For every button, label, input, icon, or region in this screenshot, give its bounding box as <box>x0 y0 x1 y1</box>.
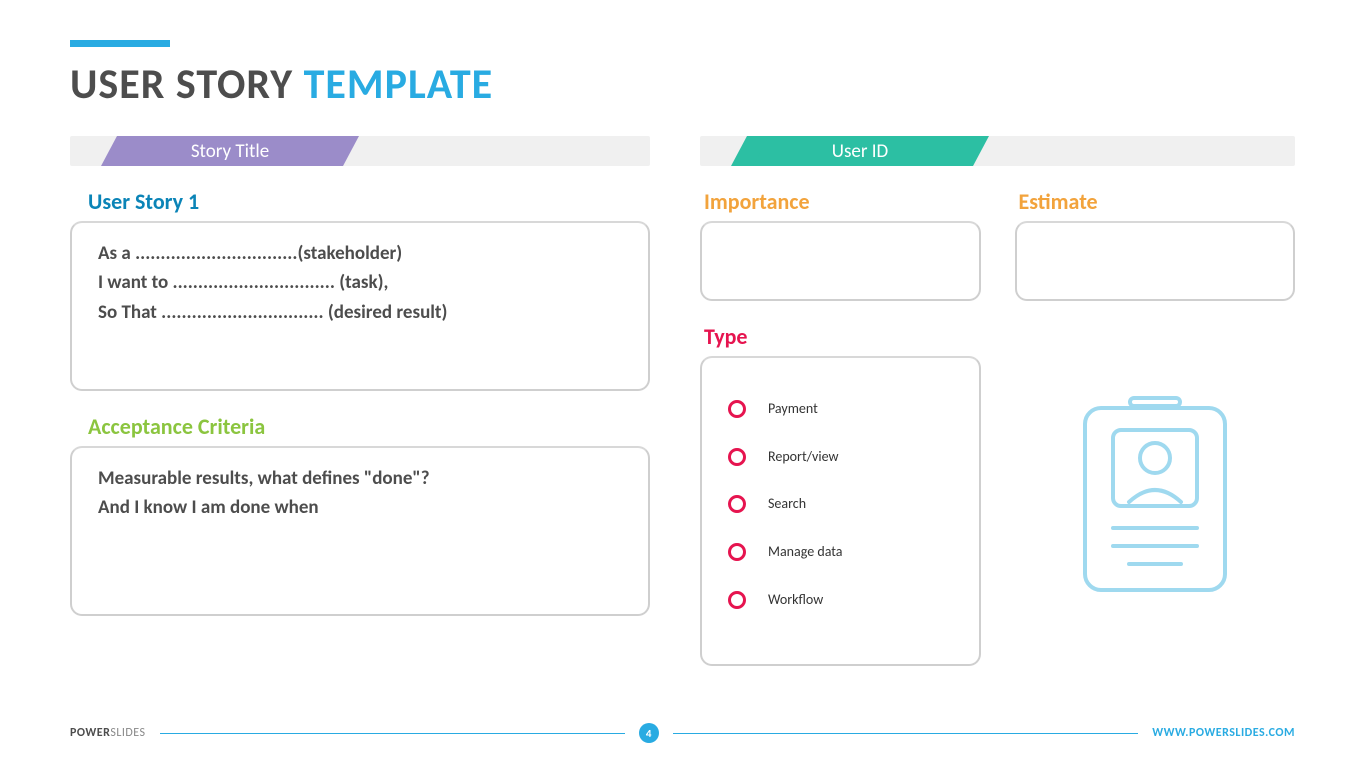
estimate-col: Estimate <box>1015 166 1296 301</box>
story-title-label: Story Title <box>191 140 269 163</box>
importance-label: Importance <box>700 188 981 215</box>
type-label: Type <box>700 323 981 350</box>
user-id-label: User ID <box>832 140 888 163</box>
estimate-box[interactable] <box>1015 221 1296 301</box>
type-option-manage[interactable]: Manage data <box>728 541 953 563</box>
type-option-report[interactable]: Report/view <box>728 446 953 468</box>
body: Story Title User Story 1 As a ..........… <box>70 136 1295 666</box>
story-line-1: As a ................................(st… <box>98 239 622 268</box>
radio-icon <box>728 543 746 561</box>
user-id-ribbon: User ID <box>750 136 970 166</box>
radio-icon <box>728 591 746 609</box>
footer-divider-left <box>160 733 625 734</box>
title-accent-bar <box>70 40 170 47</box>
importance-estimate-row: Importance Estimate <box>700 166 1295 301</box>
radio-icon <box>728 495 746 513</box>
user-id-bar: User ID <box>700 136 1295 166</box>
type-option-label: Search <box>768 493 806 515</box>
page-number: 4 <box>646 727 652 740</box>
type-option-payment[interactable]: Payment <box>728 398 953 420</box>
user-story-heading: User Story 1 <box>70 188 650 215</box>
radio-icon <box>728 400 746 418</box>
radio-icon <box>728 448 746 466</box>
importance-col: Importance <box>700 166 981 301</box>
type-col: Type Payment Report/view Search Manage d… <box>700 301 981 666</box>
story-title-bar: Story Title <box>70 136 650 166</box>
id-card-illustration <box>1015 301 1296 666</box>
story-title-ribbon: Story Title <box>120 136 340 166</box>
type-row: Type Payment Report/view Search Manage d… <box>700 301 1295 666</box>
importance-box[interactable] <box>700 221 981 301</box>
estimate-label: Estimate <box>1015 188 1296 215</box>
acceptance-line-2: And I know I am done when <box>98 493 622 522</box>
brand-light: SLIDES <box>110 726 145 740</box>
acceptance-line-1: Measurable results, what defines "done"? <box>98 464 622 493</box>
type-option-workflow[interactable]: Workflow <box>728 589 953 611</box>
id-card-icon <box>1075 390 1235 605</box>
type-option-label: Report/view <box>768 446 838 468</box>
slide: USER STORY TEMPLATE Story Title User Sto… <box>0 0 1365 767</box>
user-story-box[interactable]: As a ................................(st… <box>70 221 650 391</box>
left-column: Story Title User Story 1 As a ..........… <box>70 136 650 666</box>
type-box: Payment Report/view Search Manage data W… <box>700 356 981 666</box>
title-accent: TEMPLATE <box>304 59 494 110</box>
footer: POWERSLIDES 4 WWW.POWERSLIDES.COM <box>70 723 1295 743</box>
type-option-label: Manage data <box>768 541 843 563</box>
story-line-2: I want to ..............................… <box>98 268 622 297</box>
story-line-3: So That ................................… <box>98 298 622 327</box>
page-number-badge: 4 <box>639 723 659 743</box>
footer-divider-right <box>673 733 1138 734</box>
type-list: Payment Report/view Search Manage data W… <box>722 372 959 644</box>
type-option-label: Payment <box>768 398 818 420</box>
right-column: User ID Importance Estimate Type <box>700 136 1295 666</box>
type-option-label: Workflow <box>768 589 823 611</box>
acceptance-box[interactable]: Measurable results, what defines "done"?… <box>70 446 650 616</box>
footer-site: WWW.POWERSLIDES.COM <box>1152 726 1295 740</box>
acceptance-heading: Acceptance Criteria <box>70 413 650 440</box>
type-option-search[interactable]: Search <box>728 493 953 515</box>
page-title: USER STORY TEMPLATE <box>70 59 1295 110</box>
footer-brand: POWERSLIDES <box>70 726 146 740</box>
brand-bold: POWER <box>70 726 110 740</box>
title-main: USER STORY <box>70 59 293 110</box>
